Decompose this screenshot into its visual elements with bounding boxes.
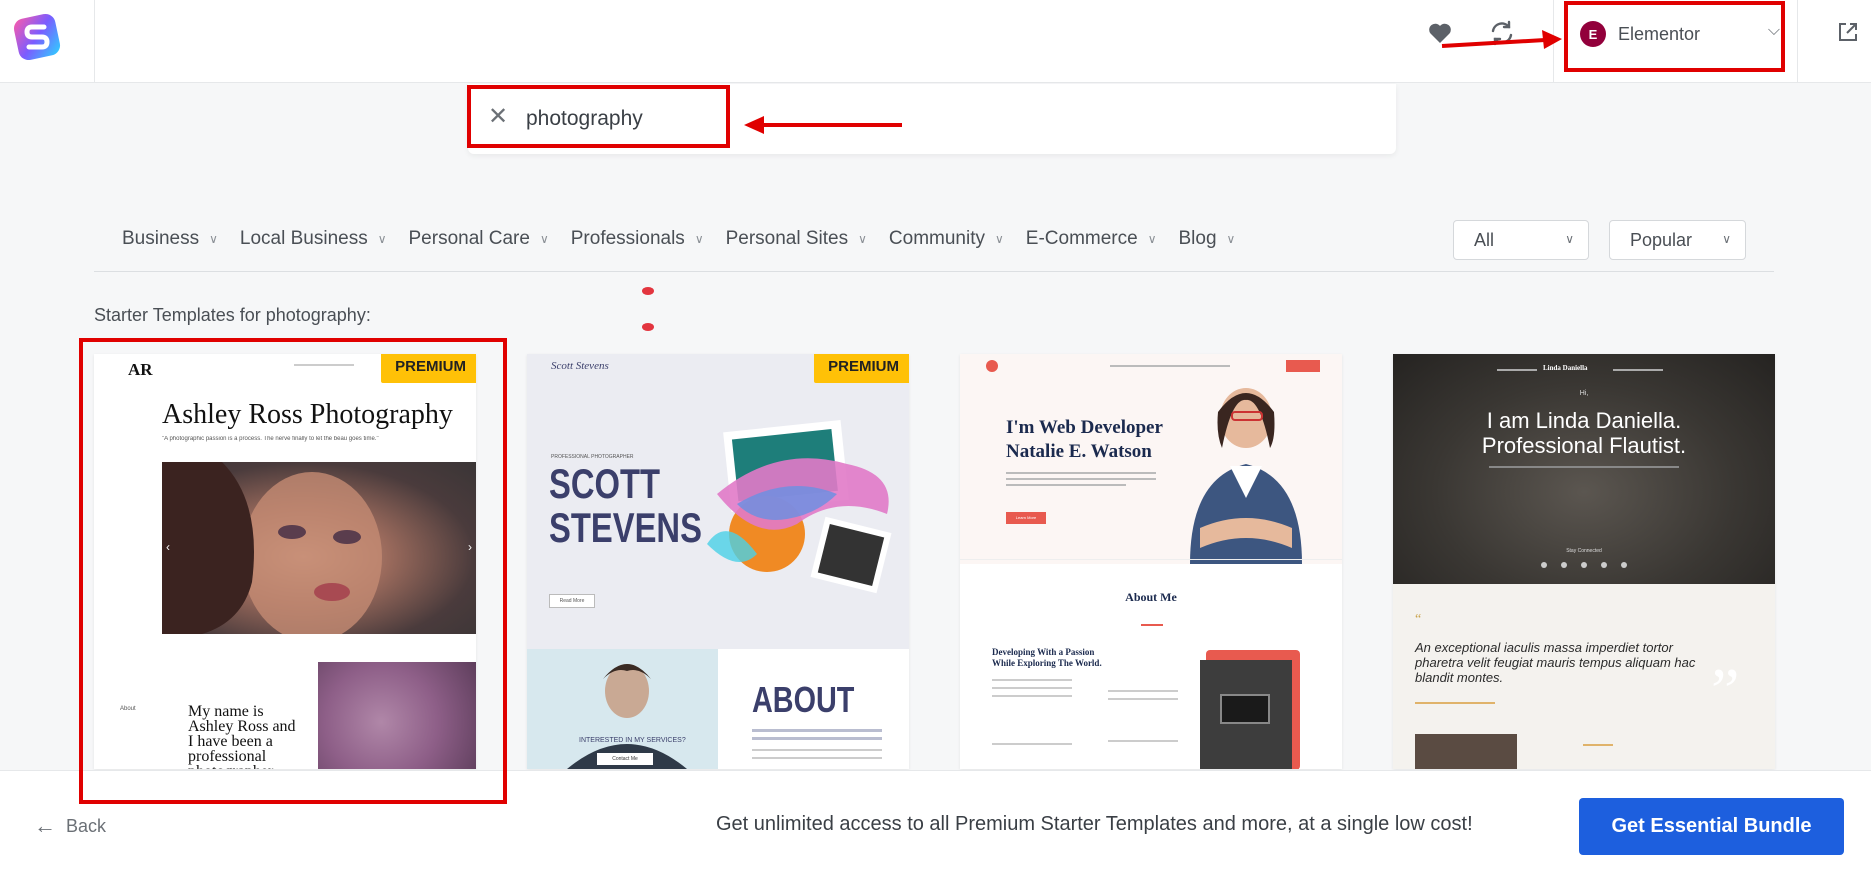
external-link-icon[interactable] — [1836, 20, 1860, 44]
template-quote-text: An exceptional iaculis massa imperdiet t… — [1415, 640, 1696, 685]
chevron-down-icon: ∨ — [1565, 232, 1574, 246]
annotation-box-builder — [1564, 1, 1785, 72]
template-logo: Scott Stevens — [551, 360, 609, 372]
template-cta-button: Learn More — [1006, 512, 1046, 524]
category-professionals[interactable]: Professionals ∨ — [571, 224, 704, 254]
annotation-box-search — [467, 85, 730, 148]
category-personal-sites[interactable]: Personal Sites ∨ — [726, 224, 867, 254]
chevron-down-icon: ∨ — [209, 232, 218, 246]
template-logo-dot — [986, 360, 998, 372]
starter-templates-logo[interactable] — [12, 10, 62, 66]
category-community[interactable]: Community ∨ — [889, 224, 1004, 254]
template-hero-heading: I am Linda Daniella. Professional Flauti… — [1481, 408, 1687, 458]
template-social-icons — [1541, 562, 1627, 568]
template-nav-button — [1286, 360, 1320, 372]
template-connected: Stay Connected — [1566, 548, 1602, 554]
template-about-heading: About Me — [1125, 590, 1177, 604]
get-essential-bundle-button[interactable]: Get Essential Bundle — [1579, 798, 1844, 855]
promo-text: Get unlimited access to all Premium Star… — [716, 813, 1473, 835]
category-blog[interactable]: Blog ∨ — [1179, 224, 1236, 254]
template-laptop-frame — [1200, 650, 1300, 769]
quote-open-icon: “ — [1415, 612, 1422, 627]
quote-close-icon: ” — [1711, 655, 1740, 726]
template-hero-panel: Linda Daniella Hi, I am Linda Daniella. … — [1393, 354, 1775, 584]
template-read-more-button: Read More — [549, 594, 595, 608]
sort-select[interactable]: Popular ∨ — [1609, 220, 1746, 260]
sync-refresh-icon[interactable] — [1487, 18, 1517, 48]
arrow-left-icon: ← — [34, 813, 56, 838]
header-separator — [1797, 0, 1798, 83]
template-subheading: Developing With a Passion While Explorin… — [992, 647, 1102, 668]
template-quote-panel: “ An exceptional iaculis massa imperdiet… — [1393, 584, 1775, 769]
type-filter-select[interactable]: All ∨ — [1453, 220, 1589, 260]
results-heading: Starter Templates for photography: — [94, 305, 371, 325]
favorites-heart-icon[interactable] — [1425, 18, 1455, 48]
annotation-box-first-card — [79, 338, 507, 804]
template-about-panel: ABOUT — [718, 649, 909, 769]
chevron-down-icon: ∨ — [1722, 232, 1731, 246]
template-hero-heading: I'm Web Developer Natalie E. Watson — [1006, 417, 1163, 462]
template-name: SCOTT STEVENS — [549, 460, 702, 551]
header-separator — [1553, 0, 1554, 83]
template-thumb-photo — [1415, 734, 1517, 769]
template-card-linda-daniella[interactable]: Linda Daniella Hi, I am Linda Daniella. … — [1393, 354, 1775, 769]
template-about-heading: ABOUT — [752, 679, 855, 720]
logo-container — [0, 0, 95, 83]
template-portrait — [1190, 388, 1302, 564]
template-card-scott-stevens[interactable]: Scott Stevens PROFESSIONAL PHOTOGRAPHER … — [527, 354, 909, 769]
chevron-down-icon: ∨ — [1226, 232, 1236, 246]
category-personal-care[interactable]: Personal Care ∨ — [409, 224, 549, 254]
chevron-down-icon: ∨ — [858, 232, 867, 246]
chevron-down-icon: ∨ — [694, 232, 704, 246]
template-art-collage — [707, 420, 892, 594]
chevron-down-icon: ∨ — [539, 232, 549, 246]
premium-badge: PREMIUM — [814, 354, 909, 383]
back-button[interactable]: ← Back — [34, 813, 106, 839]
category-local-business[interactable]: Local Business ∨ — [240, 224, 387, 254]
template-nav-lines — [1110, 365, 1230, 367]
chevron-down-icon: ∨ — [377, 232, 387, 246]
template-contact-button: Contact Me — [597, 753, 653, 765]
template-card-natalie-watson[interactable]: I'm Web Developer Natalie E. Watson Lear… — [960, 354, 1342, 769]
chevron-down-icon: ∨ — [995, 232, 1004, 246]
template-portrait-panel: INTERESTED IN MY SERVICES? Contact Me — [527, 649, 718, 769]
chevron-down-icon: ∨ — [1147, 232, 1157, 246]
category-e-commerce[interactable]: E-Commerce ∨ — [1026, 224, 1157, 254]
template-brand: Linda Daniella — [1543, 364, 1588, 372]
template-hi: Hi, — [1579, 390, 1589, 397]
nav-divider — [94, 271, 1774, 272]
category-business[interactable]: Business ∨ — [122, 224, 218, 254]
template-services-text: INTERESTED IN MY SERVICES? — [579, 737, 686, 744]
category-nav: Business ∨ Local Business ∨ Personal Care ∨… — [122, 224, 1257, 254]
